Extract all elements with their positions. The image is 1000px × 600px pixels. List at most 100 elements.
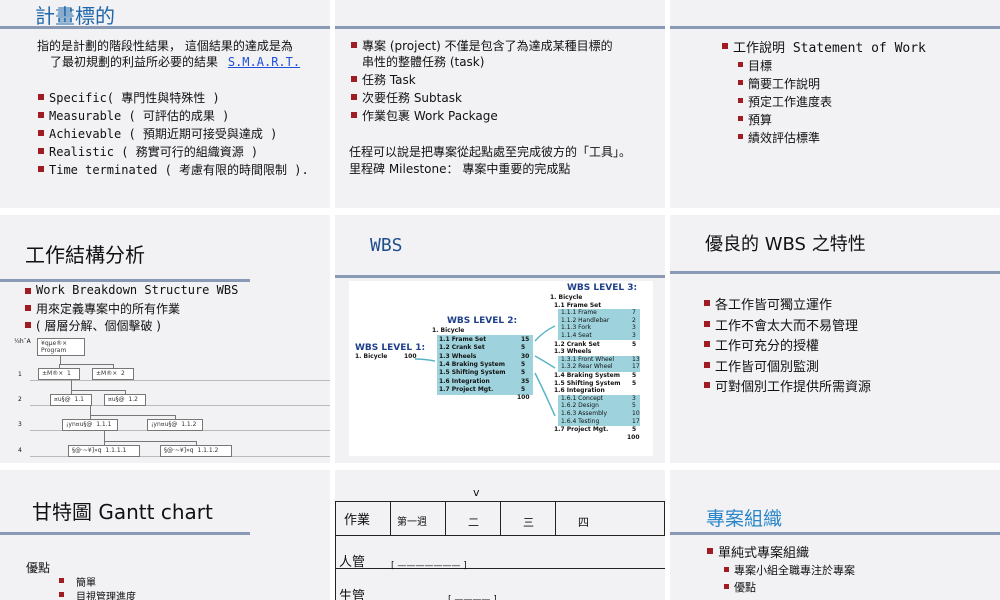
connector-line — [104, 441, 105, 445]
top-mark: v — [473, 486, 480, 499]
wbs-intro-item: ( 層層分解、個個擊破 ) — [36, 319, 161, 333]
connector-arrow — [414, 358, 436, 362]
wbs-level2-value: 5 — [521, 369, 526, 377]
level-number: 1 — [18, 371, 22, 378]
task-item: 作業包裹 Work Package — [362, 109, 498, 123]
connector-arrow — [534, 325, 556, 342]
wbs-intro-item: Work Breakdown Structure WBS — [36, 283, 239, 297]
bullet-icon — [59, 592, 64, 597]
wbs-level2-row: 1.4 Braking System — [439, 360, 505, 368]
subtask-box: ¡yn¤u§@ 1.1.2 — [147, 419, 203, 431]
advantages-heading: 優點 — [26, 561, 51, 575]
bullet-icon — [38, 130, 44, 136]
slide-wbs-example: WBS WBS LEVEL 1: 1. Bicycle 100 WBS LEVEL 2… — [335, 215, 665, 463]
connector-line — [71, 380, 72, 390]
connector-line — [71, 390, 72, 394]
wbs-level3-value: 17 — [632, 417, 640, 425]
sow-subitem: 目標 — [748, 59, 773, 73]
wbs-level3-row: 1.6.4 Testing — [561, 417, 600, 425]
intro-text-line2: 了最初規劃的利益所必要的結果 — [50, 55, 219, 69]
connector-line — [90, 406, 91, 415]
connector-line — [104, 441, 196, 442]
slide-title: 甘特圖 Gantt chart — [32, 500, 213, 524]
wbs-level3-row: 1.3.1 Front Wheel — [561, 355, 615, 363]
bullet-icon — [38, 94, 44, 100]
task-box: ¤u§@ 1.2 — [104, 394, 146, 406]
bullet-icon — [59, 578, 64, 583]
wbs-level2-row: 1.2 Crank Set — [439, 344, 485, 352]
header-task: 作業 — [344, 513, 371, 528]
wbs-level3-group-value: 5 — [632, 371, 637, 379]
org-subitem: 優點 — [734, 581, 756, 594]
wbs-level2-total: 100 — [517, 394, 530, 401]
bullet-icon — [704, 341, 710, 347]
wbs-level3-row: 1.6.3 Assembly — [561, 409, 608, 417]
slide-title: 工作結構分析 — [25, 243, 145, 267]
wbs-level3-group: 1.6 Integration — [554, 387, 605, 395]
bullet-icon — [38, 112, 44, 118]
sow-subitem: 預算 — [748, 113, 773, 127]
good-wbs-item: 工作皆可個別監測 — [715, 359, 820, 375]
bullet-icon — [25, 288, 31, 294]
bicycle-wbs-diagram: WBS LEVEL 1: 1. Bicycle 100 WBS LEVEL 2: 1. … — [349, 281, 653, 456]
title-rule — [335, 275, 665, 278]
table-grid-line — [335, 501, 336, 600]
bullet-icon — [704, 361, 710, 368]
wbs-level3-row: 1.1.1 Frame — [561, 309, 597, 317]
slide-wbs-analysis: 工作結構分析 Work Breakdown Structure WBS 用來定義專… — [0, 215, 330, 463]
slide-title: 專案組織 — [706, 508, 783, 530]
connector-line — [59, 364, 114, 365]
slide-gantt-intro: 甘特圖 Gantt chart 優點 簡單 目視管理進度 — [0, 470, 330, 600]
slide-title: 計畫標的 — [35, 4, 115, 28]
header-week: 第一週 — [397, 517, 427, 528]
slide-project-organization: 專案組織 單純式專案組織 專案小組全職專注於專案 優點 — [670, 470, 1000, 600]
task-box: ¤u§@ 1.1 — [50, 394, 92, 406]
bullet-icon — [38, 148, 44, 154]
bullet-icon — [738, 134, 743, 139]
connector-line — [196, 441, 197, 445]
smart-item: Realistic ( 務實可行的組織資源 ) — [49, 145, 259, 159]
bullet-icon — [351, 112, 357, 118]
connector-line — [60, 356, 61, 364]
wbs-level3-value: 17 — [632, 363, 640, 371]
work-package-box: §@·~¥]»q 1.1.1.2 — [160, 445, 232, 457]
table-grid-line — [390, 501, 391, 535]
wbs-level3-value: 2 — [632, 316, 636, 324]
good-wbs-item: 工作可充分的授權 — [715, 339, 820, 354]
slide-statement-of-work: 工作說明 Statement of Work 目標 簡要工作說明 預定工作進度表 預算… — [670, 0, 1000, 208]
level-number: 3 — [18, 421, 22, 428]
wbs-level3-group: 1.1 Frame Set — [554, 301, 602, 309]
bullet-icon — [704, 382, 710, 388]
title-rule — [670, 271, 1000, 274]
good-wbs-item: 可對個別工作提供所需資源 — [715, 380, 872, 395]
wbs-level3-group: 1.2 Crank Set — [554, 340, 600, 348]
wbs-level3-parent: 1. Bicycle — [550, 294, 583, 301]
bullet-icon — [25, 305, 31, 311]
bullet-icon — [724, 584, 729, 589]
smart-item: Specific( 專門性與特殊性 ) — [49, 91, 220, 105]
connector-arrow — [534, 355, 556, 369]
wbs-level3-group-value: 5 — [632, 426, 637, 434]
smart-link[interactable]: S.M.A.R.T. — [228, 55, 300, 69]
slide-gantt-table: v 作業 第一週 二 三 四人管 [ ——————— ] 生管 [ ———— ] — [335, 470, 665, 600]
slide-project-definition: 專案 (project) 不僅是包含了為達成某種目標的 串性的整體任務 (tas… — [335, 0, 665, 208]
connector-arrow — [534, 372, 556, 417]
title-rule — [670, 532, 1000, 535]
wbs-level3-value: 7 — [632, 309, 636, 317]
bullet-icon — [704, 300, 710, 306]
header-week: 四 — [578, 516, 589, 529]
title-rule — [0, 532, 250, 535]
table-grid-line — [445, 501, 446, 535]
wbs-level2-value: 35 — [521, 377, 530, 385]
wbs-level2-row: 1.7 Project Mgt. — [439, 385, 494, 393]
wbs-level3-value: 3 — [632, 394, 636, 402]
sow-subitem: 績效評估標準 — [748, 131, 821, 145]
table-grid-line — [335, 568, 665, 569]
connector-line — [90, 415, 91, 419]
wbs-level3-row: 1.6.1 Concept — [561, 394, 603, 402]
header-week: 二 — [468, 516, 479, 529]
wbs-level3-total: 100 — [627, 433, 640, 441]
task-item: 次要任務 Subtask — [362, 91, 462, 105]
smart-item: Time terminated ( 考慮有限的時間限制 ). — [49, 163, 309, 177]
level-axis-label: ¼h¯A — [14, 338, 31, 345]
